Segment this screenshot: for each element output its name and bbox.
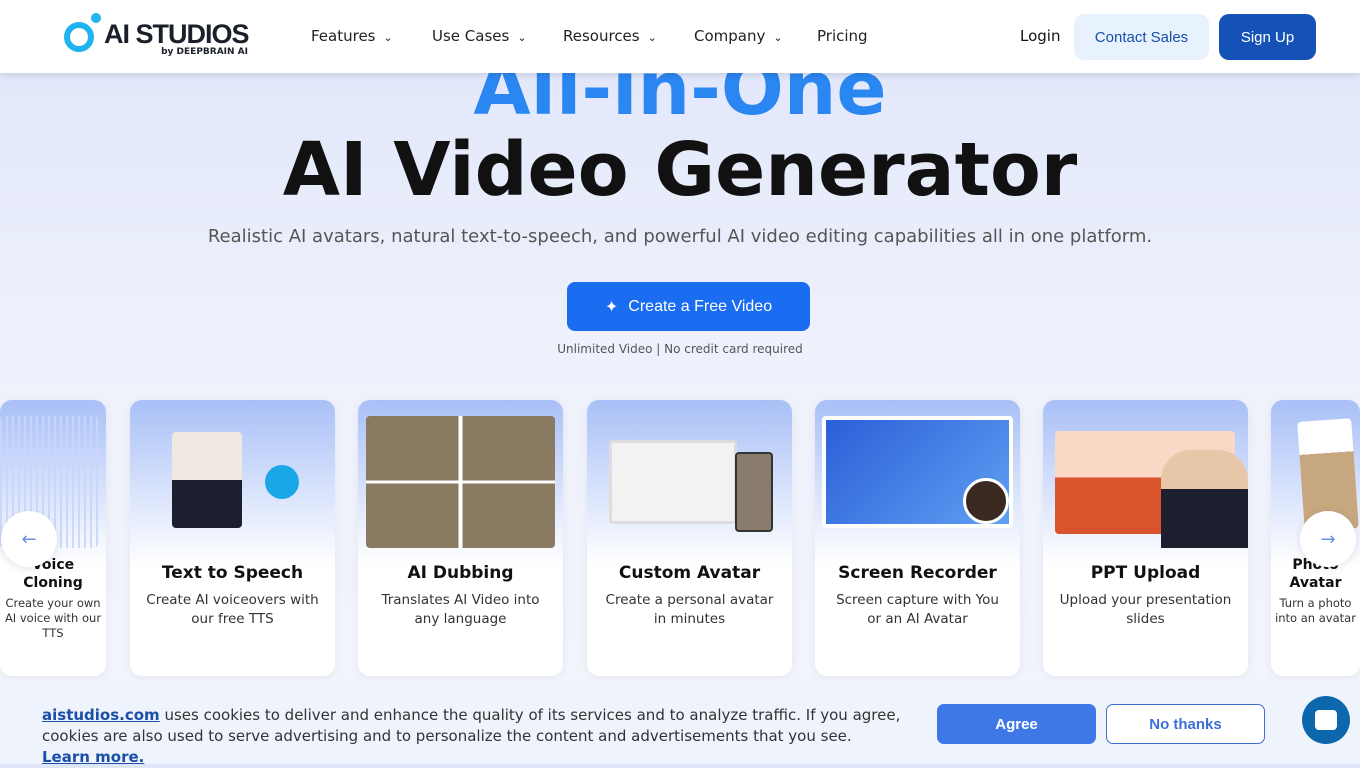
- create-free-video-button[interactable]: ✦ Create a Free Video: [567, 282, 810, 331]
- carousel-prev-button[interactable]: ←: [1, 511, 57, 567]
- card-title: PPT Upload: [1090, 563, 1201, 583]
- nav-use-cases[interactable]: Use Cases ⌄: [432, 27, 527, 45]
- nav-company[interactable]: Company ⌄: [694, 27, 783, 45]
- nav-features[interactable]: Features ⌄: [311, 27, 393, 45]
- feature-card-screen-recorder[interactable]: Screen Recorder Screen capture with You …: [815, 400, 1020, 676]
- arrow-left-icon: ←: [21, 528, 37, 550]
- cookie-text: aistudios.com uses cookies to deliver an…: [42, 705, 902, 768]
- chevron-down-icon: ⌄: [383, 31, 393, 44]
- card-title: Text to Speech: [161, 563, 304, 583]
- custom-avatar-image: [609, 440, 737, 524]
- chevron-down-icon: ⌄: [773, 31, 783, 44]
- feature-card-ppt-upload[interactable]: PPT Upload Upload your presentation slid…: [1043, 400, 1248, 676]
- sign-up-button[interactable]: Sign Up: [1219, 14, 1316, 60]
- nav-label: Use Cases: [432, 27, 510, 45]
- header: AI STUDIOS by DEEPBRAIN AI Features ⌄ Use…: [0, 0, 1360, 73]
- phone-image: [735, 452, 773, 532]
- dubbing-grid-image: [366, 416, 555, 548]
- nav-resources[interactable]: Resources ⌄: [563, 27, 657, 45]
- cta-label: Create a Free Video: [628, 297, 773, 315]
- logo-dot-icon: [91, 13, 101, 23]
- card-desc: Screen capture with You or an AI Avatar: [836, 592, 999, 627]
- hero-title: AI Video Generator: [282, 127, 1078, 213]
- cookie-message: uses cookies to deliver and enhance the …: [42, 706, 901, 745]
- play-icon: [265, 465, 299, 499]
- contact-sales-button[interactable]: Contact Sales: [1074, 14, 1209, 60]
- nav-pricing[interactable]: Pricing: [817, 27, 868, 45]
- chevron-down-icon: ⌄: [517, 31, 527, 44]
- feature-card-ai-dubbing[interactable]: AI Dubbing Translates AI Video into any …: [358, 400, 563, 676]
- card-desc: Translates AI Video into any language: [381, 592, 540, 627]
- cta-note: Unlimited Video | No credit card require…: [557, 342, 803, 356]
- logo-ring-icon: [64, 22, 94, 52]
- sparkle-icon: ✦: [604, 298, 619, 316]
- nav-label: Features: [311, 27, 376, 45]
- arrow-right-icon: →: [1320, 528, 1336, 550]
- site-link[interactable]: aistudios.com: [42, 706, 160, 724]
- card-desc: Create AI voiceovers with our free TTS: [146, 592, 319, 627]
- card-desc: Turn a photo into an avatar: [1275, 596, 1356, 625]
- card-title: Custom Avatar: [618, 563, 761, 583]
- card-desc: Create your own AI voice with our TTS: [4, 596, 102, 640]
- chevron-down-icon: ⌄: [647, 31, 657, 44]
- card-desc: Create a personal avatar in minutes: [605, 592, 774, 627]
- learn-more-link[interactable]: Learn more.: [42, 748, 144, 766]
- feature-card-text-to-speech[interactable]: Text to Speech Create AI voiceovers with…: [130, 400, 335, 676]
- agree-button[interactable]: Agree: [937, 704, 1096, 744]
- avatar-bubble-image: [963, 478, 1009, 524]
- cookie-banner: aistudios.com uses cookies to deliver an…: [0, 685, 1360, 766]
- card-desc: Upload your presentation slides: [1059, 592, 1232, 627]
- card-title: AI Dubbing: [407, 563, 514, 583]
- nav-label: Company: [694, 27, 766, 45]
- presenter-image: [1161, 450, 1248, 548]
- chat-icon: [1315, 710, 1337, 730]
- nav-label: Resources: [563, 27, 640, 45]
- no-thanks-button[interactable]: No thanks: [1106, 704, 1265, 744]
- feature-card-custom-avatar[interactable]: Custom Avatar Create a personal avatar i…: [587, 400, 792, 676]
- logo-text: AI STUDIOS: [104, 19, 250, 49]
- login-link[interactable]: Login: [1020, 27, 1060, 45]
- nav-label: Pricing: [817, 27, 868, 45]
- hero-subtitle: Realistic AI avatars, natural text-to-sp…: [207, 226, 1153, 247]
- card-title: Screen Recorder: [838, 563, 997, 583]
- carousel-next-button[interactable]: →: [1300, 511, 1356, 567]
- logo-subtext: by DEEPBRAIN AI: [161, 47, 248, 57]
- tts-avatar-image: [172, 432, 242, 528]
- chat-button[interactable]: [1302, 696, 1350, 744]
- logo[interactable]: AI STUDIOS by DEEPBRAIN AI: [64, 13, 254, 61]
